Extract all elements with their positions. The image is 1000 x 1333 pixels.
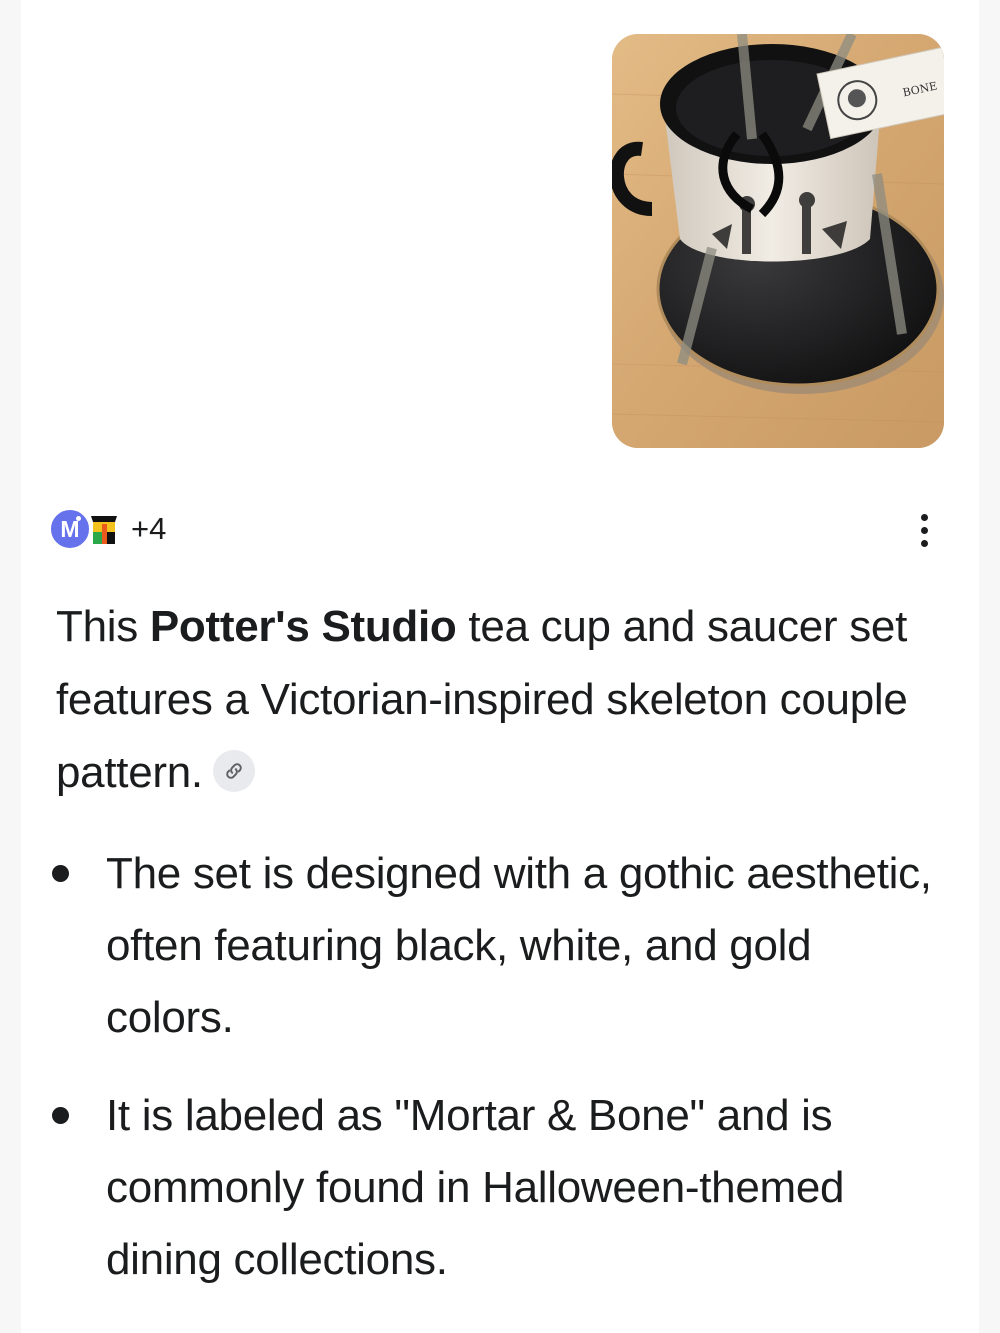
link-icon — [226, 763, 242, 780]
more-sources-count[interactable]: +4 — [131, 511, 166, 547]
bullet-dot — [52, 865, 69, 882]
more-options-button[interactable] — [906, 508, 942, 552]
bullet-item: The set is designed with a gothic aesthe… — [48, 838, 948, 1054]
page: BONE M +4 This Potter's Studio tea cup a… — [0, 0, 1000, 1333]
avatar-dot — [76, 516, 81, 521]
answer-intro-before: This — [56, 602, 150, 651]
teacup-photo: BONE — [612, 34, 944, 448]
bullet-dot — [52, 1107, 69, 1124]
kebab-dot — [920, 526, 928, 534]
answer-paragraph: This Potter's Studio tea cup and saucer … — [56, 590, 946, 809]
product-image[interactable]: BONE — [612, 34, 944, 448]
kebab-dot — [920, 539, 928, 547]
answer-brand: Potter's Studio — [149, 602, 457, 651]
bullet-item: It is labeled as "Mortar & Bone" and is … — [48, 1080, 948, 1296]
bullet-text: It is labeled as "Mortar & Bone" and is … — [106, 1091, 845, 1284]
kebab-dot — [920, 513, 928, 521]
source-link-button[interactable] — [212, 750, 255, 793]
source-avatar-m[interactable]: M — [49, 508, 91, 550]
answer-bullets: The set is designed with a gothic aesthe… — [48, 838, 948, 1322]
bullet-text: The set is designed with a gothic aesthe… — [106, 849, 932, 1042]
source-avatars[interactable]: M +4 — [49, 506, 166, 552]
